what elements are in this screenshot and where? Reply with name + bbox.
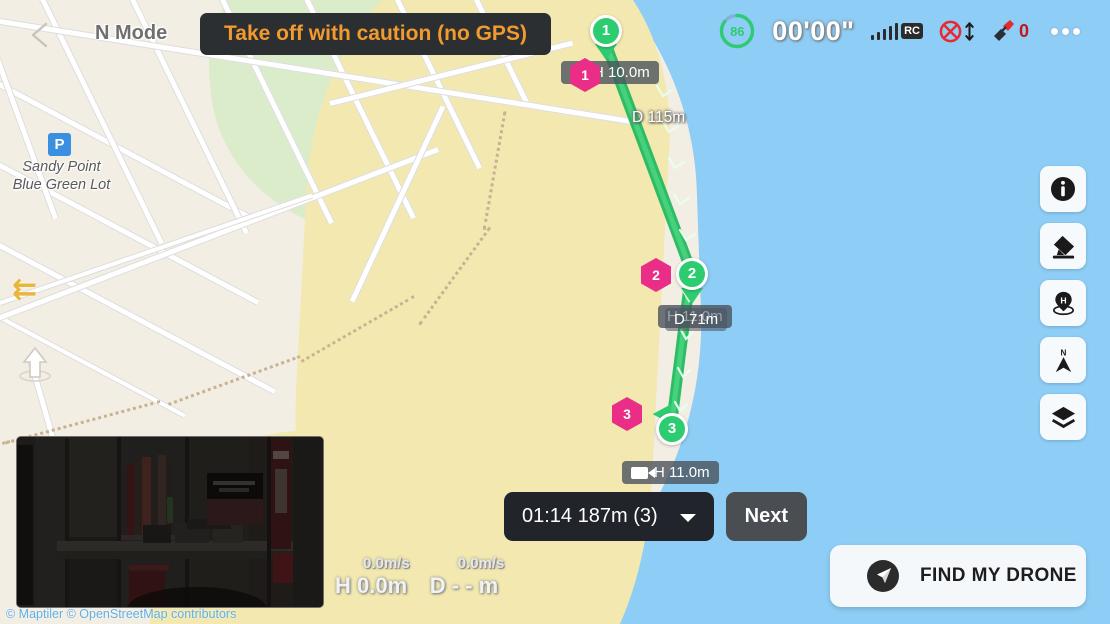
path-distance-label-1: D 115m xyxy=(632,109,686,126)
info-icon xyxy=(1051,177,1075,201)
dot xyxy=(1062,27,1069,35)
telemetry-distance-group: 0.0m/s D - - m xyxy=(430,555,505,599)
erase-button[interactable] xyxy=(1040,223,1086,269)
next-button[interactable]: Next xyxy=(725,492,807,541)
rc-signal-indicator[interactable]: RC xyxy=(870,22,923,40)
telemetry-altitude-group: 0.0m/s H 0.0m xyxy=(335,555,410,599)
north-arrow-icon: N xyxy=(1055,348,1071,372)
updown-arrow-icon xyxy=(965,21,974,41)
waypoint-2-distance: D 71m xyxy=(674,311,719,328)
mission-controls: 01:14 187m (3) Next xyxy=(504,492,807,541)
battery-indicator[interactable]: 86 xyxy=(718,12,756,50)
dot xyxy=(1073,27,1080,35)
drone-flight-app: P Sandy Point Blue Green Lot ⇇ © Maptile… xyxy=(0,0,1110,624)
find-my-drone-button[interactable]: FIND MY DRONE xyxy=(830,545,1086,607)
gps-satellite-indicator[interactable]: 0 xyxy=(991,19,1029,43)
waypoint-1-altitude: H 10.0m xyxy=(593,64,650,81)
warning-banner: Take off with caution (no GPS) xyxy=(200,13,551,55)
mission-summary-dropdown[interactable]: 01:14 187m (3) xyxy=(504,492,714,541)
telemetry-readout: 0.0m/s H 0.0m 0.0m/s D - - m xyxy=(335,555,504,599)
home-pin-icon: H xyxy=(1052,291,1074,315)
chevron-down-icon xyxy=(679,514,696,522)
waypoint-3-info-chip: H 11.0m xyxy=(622,461,719,484)
waypoint-marker-2[interactable]: 2 xyxy=(676,258,708,290)
height-value: H 0.0m xyxy=(335,573,408,598)
svg-text:N: N xyxy=(1060,348,1066,357)
vertical-speed-value: 0.0m/s xyxy=(363,555,410,572)
rc-label: RC xyxy=(901,23,923,39)
waypoint-marker-1[interactable]: 1 xyxy=(590,15,622,47)
dot xyxy=(1051,27,1058,35)
waypoint-3-altitude: H 11.0m xyxy=(654,464,710,481)
mission-summary-label: 01:14 187m (3) xyxy=(522,505,658,527)
map-tools-toolbar: H N xyxy=(1040,166,1086,440)
status-bar: 86 00'00" RC 0 xyxy=(718,12,1086,50)
compass-button[interactable]: N xyxy=(1040,337,1086,383)
svg-text:H: H xyxy=(1060,295,1066,305)
camera-feed-frame xyxy=(17,437,323,607)
waypoint-marker-3[interactable]: 3 xyxy=(656,413,688,445)
horizontal-speed-value: 0.0m/s xyxy=(457,555,505,572)
battery-percent: 86 xyxy=(730,23,745,39)
home-point-button[interactable]: H xyxy=(1040,280,1086,326)
satellite-icon xyxy=(993,20,1014,41)
video-camera-icon xyxy=(631,466,655,479)
back-button[interactable] xyxy=(28,22,50,48)
info-button[interactable] xyxy=(1040,166,1086,212)
more-options-button[interactable] xyxy=(1045,22,1086,41)
camera-preview[interactable] xyxy=(16,436,324,608)
satellite-count: 0 xyxy=(1018,20,1029,41)
flight-mode-label: N Mode xyxy=(95,22,168,44)
flight-timer: 00'00" xyxy=(772,15,855,46)
find-my-drone-label: FIND MY DRONE xyxy=(920,565,1077,586)
waypoint-2-distance-chip: D 71m xyxy=(665,308,728,331)
distance-value: D - - m xyxy=(429,573,499,598)
waypoint-2-tail xyxy=(681,288,703,304)
signal-bars-icon xyxy=(870,22,899,40)
transmission-status-indicator[interactable] xyxy=(939,20,975,43)
layers-icon xyxy=(1051,406,1075,428)
no-transmission-icon xyxy=(939,20,962,42)
map-layers-button[interactable] xyxy=(1040,394,1086,440)
locate-drone-icon xyxy=(867,560,899,592)
eraser-icon xyxy=(1052,235,1074,259)
